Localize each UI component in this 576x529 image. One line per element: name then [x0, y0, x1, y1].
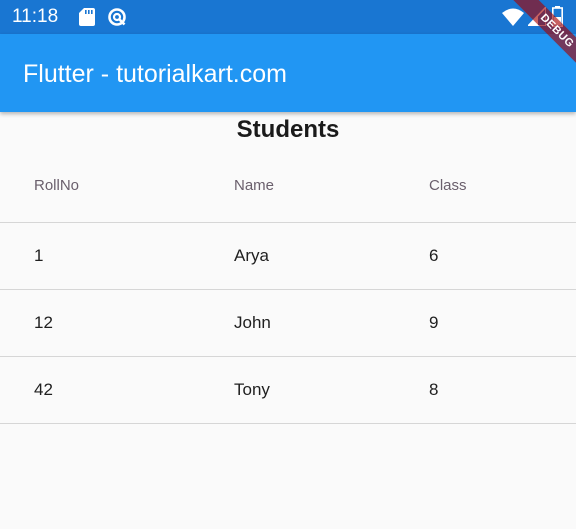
- sync-icon: [108, 8, 126, 26]
- page-content: Students RollNo Name Class 1 Arya 6 12 J…: [0, 112, 576, 529]
- column-header-rollno[interactable]: RollNo: [34, 149, 79, 222]
- table-cell-class: 8: [429, 380, 439, 399]
- table-cell-class: 9: [429, 313, 439, 332]
- column-header-class[interactable]: Class: [429, 149, 467, 222]
- table-row[interactable]: 12 John 9: [0, 290, 576, 357]
- table-header-row: RollNo Name Class: [0, 149, 576, 223]
- table-cell-rollno: 1: [34, 246, 44, 265]
- column-header-name[interactable]: Name: [234, 149, 274, 222]
- table-row[interactable]: 42 Tony 8: [0, 357, 576, 424]
- signal-icon: [528, 7, 546, 26]
- app-bar: Flutter - tutorialkart.com: [0, 34, 576, 112]
- table-cell-class: 6: [429, 246, 439, 265]
- students-table: RollNo Name Class 1 Arya 6 12 John 9 42 …: [0, 149, 576, 424]
- wifi-icon: [502, 8, 524, 26]
- page-title: Students: [236, 116, 340, 143]
- status-bar: 11:18: [0, 0, 576, 34]
- table-cell-name: Arya: [234, 246, 269, 265]
- app-title: Flutter - tutorialkart.com: [23, 60, 287, 88]
- sd-card-icon: [79, 8, 95, 26]
- table-cell-rollno: 12: [34, 313, 53, 332]
- table-cell-name: John: [234, 313, 271, 332]
- table-cell-name: Tony: [234, 380, 270, 399]
- battery-icon: [552, 6, 563, 27]
- table-row[interactable]: 1 Arya 6: [0, 223, 576, 290]
- status-time: 11:18: [12, 6, 59, 27]
- table-cell-rollno: 42: [34, 380, 53, 399]
